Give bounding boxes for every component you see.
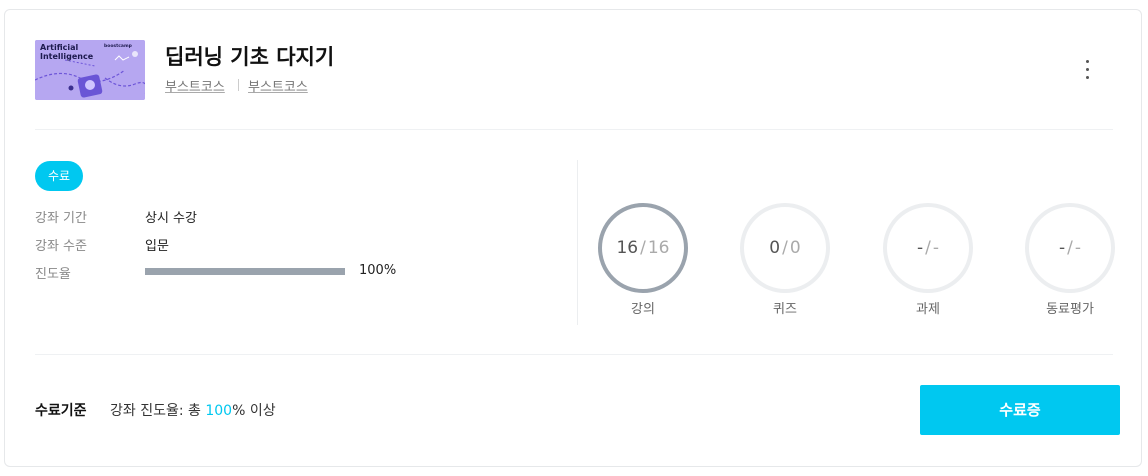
divider-bottom — [35, 354, 1113, 355]
thumbnail-brand: boostcamp — [104, 44, 132, 49]
period-label: 강좌 기간 — [35, 211, 87, 226]
course-card: Artificial Intelligence boostcamp 딥러닝 기초… — [4, 9, 1142, 467]
course-title[interactable]: 딥러닝 기초 다지기 — [165, 41, 334, 71]
vertical-divider — [577, 160, 578, 325]
period-value: 상시 수강 — [145, 211, 197, 226]
provider-link-2[interactable]: 부스트코스 — [248, 76, 308, 95]
status-badge: 수료 — [35, 161, 83, 191]
stat-label-quiz: 퀴즈 — [773, 302, 797, 317]
criteria-highlight: 100 — [205, 403, 233, 419]
level-label: 강좌 수준 — [35, 239, 87, 254]
progress-label: 진도율 — [35, 267, 71, 282]
provider-separator — [238, 79, 239, 91]
course-thumbnail[interactable]: Artificial Intelligence boostcamp — [35, 40, 145, 100]
progress-percent: 100% — [359, 263, 397, 278]
stat-ring-lecture[interactable]: 16/16 — [598, 203, 688, 293]
criteria-text: 강좌 진도율: 총 100% 이상 — [110, 403, 276, 419]
level-value: 입문 — [145, 239, 169, 254]
stat-ring-quiz[interactable]: 0/0 — [740, 203, 830, 293]
thumbnail-text: Artificial Intelligence — [40, 43, 94, 61]
stat-label-lecture: 강의 — [631, 302, 655, 317]
provider-link[interactable]: 부스트코스 — [165, 76, 225, 95]
criteria-title: 수료기준 — [35, 403, 87, 419]
stat-ring-peer-review[interactable]: - / - — [1025, 203, 1115, 293]
stat-label-peer-review: 동료평가 — [1046, 302, 1094, 317]
stat-ring-assignment[interactable]: - / - — [883, 203, 973, 293]
certificate-button[interactable]: 수료증 — [920, 385, 1120, 435]
progress-bar — [145, 268, 345, 275]
divider-top — [35, 129, 1113, 130]
more-options-icon[interactable] — [1084, 60, 1090, 84]
stat-label-assignment: 과제 — [916, 302, 940, 317]
progress-fill — [145, 268, 345, 275]
